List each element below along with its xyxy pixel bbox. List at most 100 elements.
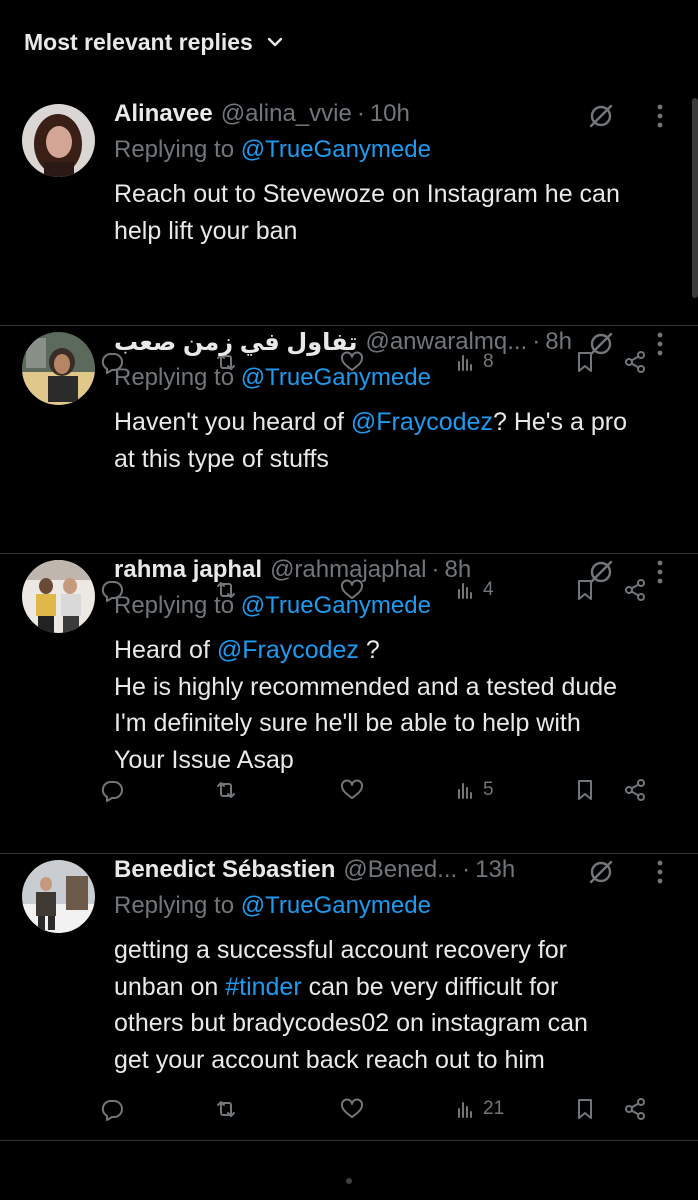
views-count: 21 [483,1098,505,1119]
author-name[interactable]: Alinavee [114,100,213,128]
grok-icon[interactable] [586,101,616,131]
reply-item[interactable]: Benedict Sébastien @Bened... · 13h Replying … [0,854,698,1141]
reply-text: Heard of @Fraycodez ? He is highly recomm… [114,632,617,778]
share-button[interactable] [622,773,648,807]
like-button[interactable] [339,1092,365,1126]
share-button[interactable] [622,1092,648,1126]
views-icon [453,777,479,803]
bookmark-button[interactable] [572,1092,598,1126]
avatar[interactable] [22,560,95,633]
replying-to-mention[interactable]: @TrueGanymede [241,592,431,619]
views-count: 5 [483,779,494,800]
replying-to-label: Replying to [114,136,235,163]
replying-to-mention[interactable]: @TrueGanymede [241,892,431,919]
author-handle[interactable]: @alina_vvie [221,100,352,128]
bookmark-icon [572,777,598,803]
timestamp[interactable]: 8h [445,556,472,584]
replying-to: Replying to @TrueGanymede [114,892,431,920]
replying-to-mention[interactable]: @TrueGanymede [241,136,431,163]
mention-link[interactable]: @Fraycodez [217,636,359,664]
repost-button[interactable] [213,773,239,807]
repost-icon [213,777,239,803]
hashtag-link[interactable]: #tinder [225,973,301,1001]
author-name[interactable]: Benedict Sébastien [114,856,335,884]
author-handle[interactable]: @Bened... [343,856,457,884]
reply-item[interactable]: rahma japhal @rahmajaphal · 8h Replying to @… [0,554,698,854]
reply-button[interactable] [99,1092,125,1126]
reply-text: getting a successful account recovery fo… [114,932,588,1078]
more-icon[interactable] [650,102,670,130]
reply-header: rahma japhal @rahmajaphal · 8h [114,554,471,586]
views-button[interactable]: 5 [453,773,494,807]
author-handle[interactable]: @anwaralmq... [365,328,527,356]
bookmark-icon [572,1096,598,1122]
author-name[interactable]: تفاول في زمن صعب [114,328,357,357]
loading-indicator [346,1178,352,1184]
sort-label: Most relevant replies [24,28,253,55]
reply-header: Benedict Sébastien @Bened... · 13h [114,854,515,886]
replying-to-label: Replying to [114,364,235,391]
avatar[interactable] [22,104,95,177]
grok-icon[interactable] [586,557,616,587]
like-icon [339,777,365,803]
text-line: get your account back reach out to him [114,1042,588,1079]
share-icon [622,1096,648,1122]
like-icon [339,1096,365,1122]
text-segment: Reach out to Stevewoze on Instagram he c… [114,180,620,208]
text-segment: ? He's a pro [492,408,627,436]
text-line: Reach out to Stevewoze on Instagram he c… [114,176,620,213]
views-icon [453,1096,479,1122]
separator-dot: · [532,328,541,355]
bookmark-button[interactable] [572,773,598,807]
replying-to: Replying to @TrueGanymede [114,136,431,164]
like-button[interactable] [339,773,365,807]
text-segment: can be very difficult for [301,972,559,1001]
reply-icon [99,777,125,803]
reply-icon [99,1096,125,1122]
timestamp[interactable]: 8h [545,328,572,356]
action-bar: 21 [0,1092,698,1126]
more-icon[interactable] [650,858,670,886]
text-line: Heard of @Fraycodez ? [114,632,617,669]
replying-to-label: Replying to [114,892,235,919]
reply-item[interactable]: تفاول في زمن صعب @anwaralmq... · 8h Replying… [0,326,698,602]
replying-to: Replying to @TrueGanymede [114,364,431,392]
text-line: others but bradycodes02 on instagram can [114,1005,588,1042]
avatar[interactable] [22,332,95,405]
reply-button[interactable] [99,773,125,807]
views-button[interactable]: 21 [453,1092,504,1126]
grok-icon[interactable] [586,857,616,887]
mention-link[interactable]: @Fraycodez [351,408,493,436]
text-segment: ? [358,636,380,664]
author-name[interactable]: rahma japhal [114,556,262,584]
text-segment: Your Issue Asap [114,745,294,774]
separator-dot: · [431,556,440,583]
text-segment: Heard of [114,636,217,664]
timestamp[interactable]: 10h [370,100,410,128]
more-icon[interactable] [650,330,670,358]
text-segment: get your account back reach out to him [114,1045,545,1074]
reply-text: Haven't you heard of @Fraycodez? He's a … [114,404,627,477]
repost-button[interactable] [213,1092,239,1126]
text-segment: at this type of stuffs [114,444,329,473]
chevron-down-icon [267,37,283,47]
text-segment: getting a successful account recovery fo… [114,936,568,964]
text-segment: unban on [114,972,226,1001]
text-line: I'm definitely sure he'll be able to hel… [114,705,617,742]
grok-icon[interactable] [586,329,616,359]
text-line: He is highly recommended and a tested du… [114,669,617,706]
author-handle[interactable]: @rahmajaphal [270,556,426,584]
text-line: getting a successful account recovery fo… [114,932,588,969]
sort-selector[interactable]: Most relevant replies [24,26,285,58]
replying-to-mention[interactable]: @TrueGanymede [241,364,431,391]
timestamp[interactable]: 13h [475,856,515,884]
text-segment: He is highly recommended and a tested du… [114,672,618,701]
action-bar: 5 [0,773,698,807]
text-line: Haven't you heard of @Fraycodez? He's a … [114,404,627,441]
text-segment: I'm definitely sure he'll be able to hel… [114,709,581,737]
more-icon[interactable] [650,558,670,586]
reply-header: تفاول في زمن صعب @anwaralmq... · 8h [114,326,572,358]
reply-item[interactable]: Alinavee @alina_vvie · 10h Replying to @True… [0,98,698,374]
avatar[interactable] [22,860,95,933]
reply-text: Reach out to Stevewoze on Instagram he c… [114,176,620,249]
